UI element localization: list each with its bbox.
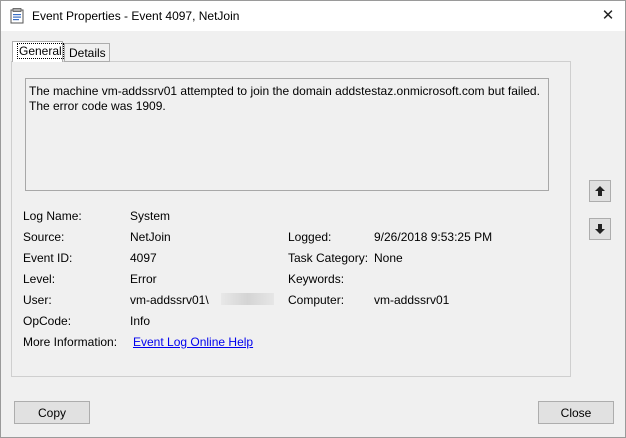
- user-value: vm-addssrv01\: [130, 293, 209, 307]
- tab-general[interactable]: General: [12, 41, 64, 62]
- log-name-label: Log Name:: [23, 209, 82, 223]
- description-line-1: The machine vm-addssrv01 attempted to jo…: [29, 84, 540, 98]
- level-value: Error: [130, 272, 157, 286]
- copy-button[interactable]: Copy: [14, 401, 90, 424]
- redacted-username: [221, 293, 274, 305]
- tab-details-label: Details: [69, 46, 106, 60]
- logged-label: Logged:: [288, 230, 332, 244]
- task-category-value: None: [374, 251, 403, 265]
- more-information-label: More Information:: [23, 335, 118, 349]
- computer-label: Computer:: [288, 293, 345, 307]
- source-value: NetJoin: [130, 230, 171, 244]
- next-event-button[interactable]: [589, 218, 611, 240]
- user-label: User:: [23, 293, 52, 307]
- computer-value: vm-addssrv01: [374, 293, 450, 307]
- event-viewer-icon: [10, 8, 24, 24]
- event-log-online-help-link[interactable]: Event Log Online Help: [133, 335, 253, 349]
- log-name-value: System: [130, 209, 171, 223]
- tab-details[interactable]: Details: [64, 43, 110, 62]
- event-properties-window: Event Properties - Event 4097, NetJoin ✕…: [0, 0, 626, 438]
- event-id-label: Event ID:: [23, 251, 73, 265]
- previous-event-button[interactable]: [589, 180, 611, 202]
- opcode-label: OpCode:: [23, 314, 72, 328]
- window-title: Event Properties - Event 4097, NetJoin: [32, 9, 240, 23]
- keywords-label: Keywords:: [288, 272, 345, 286]
- logged-value: 9/26/2018 9:53:25 PM: [374, 230, 493, 244]
- event-description[interactable]: The machine vm-addssrv01 attempted to jo…: [25, 78, 549, 191]
- arrow-down-icon: [595, 224, 605, 234]
- level-label: Level:: [23, 272, 56, 286]
- description-line-2: The error code was 1909.: [29, 99, 166, 113]
- close-button[interactable]: Close: [538, 401, 614, 424]
- event-id-value: 4097: [130, 251, 157, 265]
- task-category-label: Task Category:: [288, 251, 369, 265]
- close-icon[interactable]: ✕: [597, 6, 619, 26]
- arrow-up-icon: [595, 186, 605, 196]
- opcode-value: Info: [130, 314, 151, 328]
- title-bar[interactable]: Event Properties - Event 4097, NetJoin ✕: [1, 1, 625, 31]
- source-label: Source:: [23, 230, 65, 244]
- tab-general-label: General: [17, 43, 64, 59]
